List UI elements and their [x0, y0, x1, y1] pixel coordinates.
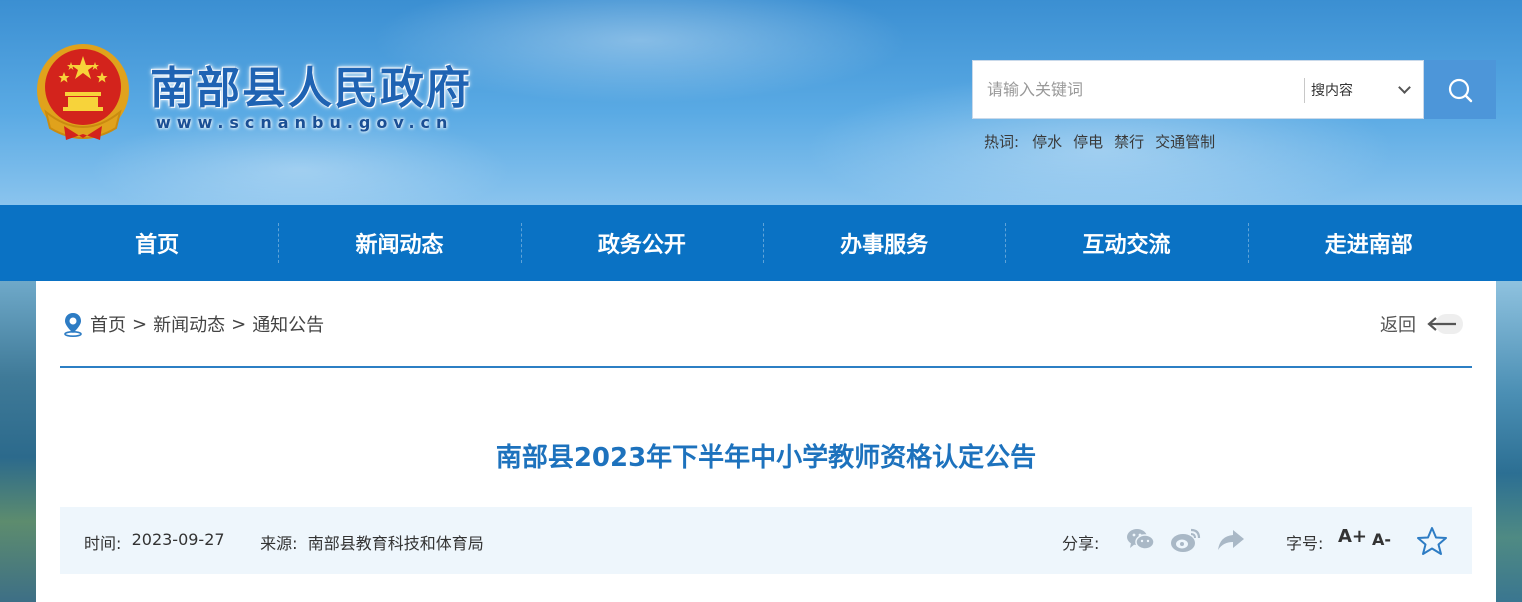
search-scope-select[interactable]: 搜内容	[1311, 61, 1423, 118]
font-size-label: 字号:	[1286, 534, 1324, 553]
article-title: 南部县2023年下半年中小学教师资格认定公告	[495, 443, 1037, 473]
back-label: 返回	[1380, 315, 1416, 336]
share-forward-icon[interactable]	[1216, 528, 1246, 552]
time-label: 时间:	[84, 534, 122, 553]
hotword-link[interactable]: 停水	[1032, 131, 1062, 152]
search-box: 搜内容	[972, 60, 1424, 119]
font-increase-button[interactable]: A+	[1338, 526, 1367, 547]
font-decrease-button[interactable]: A-	[1372, 530, 1391, 549]
nav-item-news[interactable]: 新闻动态	[278, 205, 520, 281]
nav-item-services[interactable]: 办事服务	[762, 205, 1005, 281]
main-nav: 首页 新闻动态 政务公开 办事服务 互动交流 走进南部	[0, 205, 1522, 281]
weibo-share-icon[interactable]	[1170, 526, 1202, 554]
article-meta: 时间: 2023-09-27 来源: 南部县教育科技和体育局	[84, 530, 484, 554]
site-url: www.scnanbu.gov.cn	[156, 113, 454, 132]
breadcrumb-item-notices[interactable]: 通知公告	[252, 311, 324, 337]
share-label: 分享:	[1062, 534, 1100, 553]
location-pin-icon	[64, 313, 82, 337]
national-emblem-logo	[34, 42, 132, 146]
breadcrumb-separator: >	[132, 313, 148, 335]
publish-date: 2023-09-27	[131, 530, 225, 549]
breadcrumb-item-home[interactable]: 首页	[90, 311, 126, 337]
search-button[interactable]	[1424, 60, 1496, 119]
search-divider	[1304, 78, 1305, 103]
breadcrumb: 首页 > 新闻动态 > 通知公告	[62, 311, 324, 337]
article-meta-bar: 时间: 2023-09-27 来源: 南部县教育科技和体育局 分享: 字号: A…	[60, 507, 1472, 574]
nav-item-government-affairs[interactable]: 政务公开	[520, 205, 763, 281]
background-scenery-right	[1496, 281, 1522, 602]
background-scenery-left	[0, 281, 36, 602]
back-button[interactable]: 返回	[1380, 312, 1464, 336]
source-value: 南部县教育科技和体育局	[307, 534, 484, 553]
breadcrumb-separator: >	[231, 313, 247, 335]
source-label: 来源:	[260, 534, 298, 553]
hotword-link[interactable]: 交通管制	[1155, 131, 1215, 152]
site-title: 南部县人民政府	[150, 63, 472, 114]
search-icon	[1448, 78, 1473, 102]
search-scope-value: 搜内容	[1311, 82, 1353, 99]
search-input[interactable]	[973, 61, 1303, 118]
breadcrumb-item-news[interactable]: 新闻动态	[153, 311, 225, 337]
nav-item-about[interactable]: 走进南部	[1247, 205, 1490, 281]
chevron-down-icon	[1398, 81, 1411, 94]
nav-item-interaction[interactable]: 互动交流	[1005, 205, 1247, 281]
hotword-link[interactable]: 禁行	[1114, 131, 1144, 152]
hotword-link[interactable]: 停电	[1073, 131, 1103, 152]
nav-item-home[interactable]: 首页	[36, 205, 278, 281]
hotwords-label: 热词:	[984, 133, 1020, 151]
arrow-left-icon	[1427, 314, 1463, 334]
header-divider	[60, 366, 1472, 368]
hotwords: 热词: 停水 停电 禁行 交通管制	[984, 131, 1215, 152]
site-header: 南部县人民政府 www.scnanbu.gov.cn 搜内容 热词: 停水 停电…	[0, 0, 1522, 205]
wechat-share-icon[interactable]	[1126, 527, 1156, 553]
favorite-star-icon[interactable]	[1416, 526, 1448, 556]
